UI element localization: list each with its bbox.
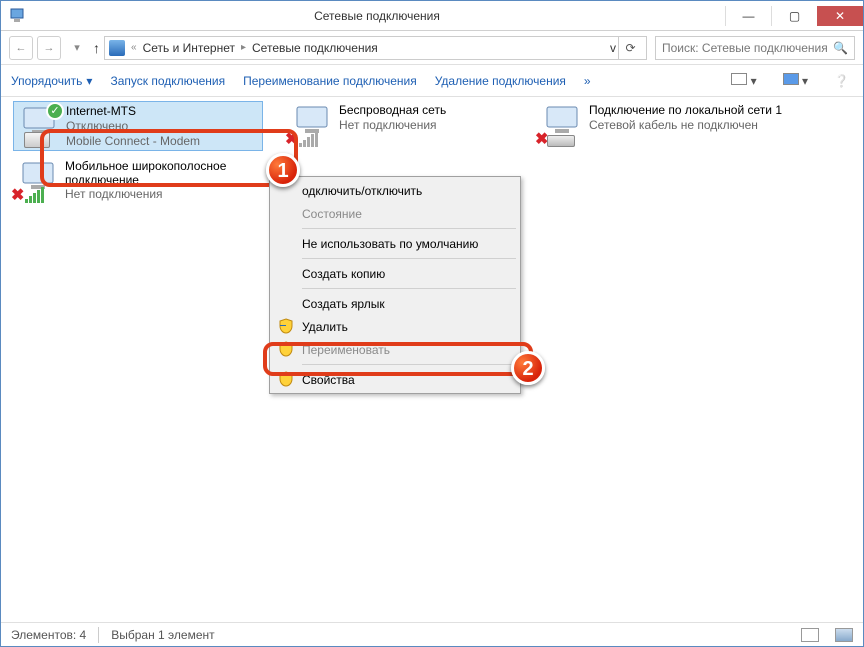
connection-name: Мобильное широкополосное подключение: [65, 159, 259, 187]
chevron-icon: ▸: [237, 42, 250, 53]
separator: [302, 288, 516, 289]
delete-connection-button[interactable]: Удаление подключения: [435, 74, 566, 88]
titlebar: Сетевые подключения — ▢ ✕: [1, 1, 863, 31]
search-input[interactable]: Поиск: Сетевые подключения 🔍: [655, 36, 855, 60]
minimize-button[interactable]: —: [725, 6, 771, 26]
check-icon: ✓: [46, 102, 64, 120]
cm-state: Состояние: [272, 202, 518, 225]
location-icon: [109, 40, 125, 56]
tiles-view-button[interactable]: [835, 628, 853, 642]
breadcrumb-seg-1[interactable]: Сеть и Интернет: [143, 41, 235, 55]
connection-icon: ✖: [541, 103, 585, 147]
connection-mobile-broadband[interactable]: ✖ Мобильное широкополосное подключение Н…: [13, 157, 263, 207]
connection-name: Беспроводная сеть: [339, 103, 446, 118]
network-connections-window: Сетевые подключения — ▢ ✕ ← → ▾ ↑ « Сеть…: [0, 0, 864, 647]
chevron-icon: «: [127, 42, 141, 53]
cm-connect[interactable]: одключить/отключить: [272, 179, 518, 202]
cm-delete[interactable]: Удалить: [272, 315, 518, 338]
annotation-callout-1: 1: [266, 153, 300, 187]
recent-dropdown[interactable]: ▾: [65, 36, 89, 60]
help-button[interactable]: ❔: [830, 74, 853, 88]
x-icon: ✖: [285, 129, 298, 149]
connection-wireless[interactable]: ✖ Беспроводная сеть Нет подключения: [287, 101, 537, 151]
selection-count: Выбран 1 элемент: [111, 628, 214, 642]
separator: [302, 228, 516, 229]
search-placeholder: Поиск: Сетевые подключения: [662, 41, 828, 55]
preview-pane-button[interactable]: ▾: [779, 73, 812, 88]
cm-not-default[interactable]: Не использовать по умолчанию: [272, 232, 518, 255]
cm-shortcut[interactable]: Создать ярлык: [272, 292, 518, 315]
connection-icon: ✖: [291, 103, 335, 147]
signal-icon: [299, 131, 318, 147]
separator: [98, 627, 99, 643]
refresh-button[interactable]: ⟳: [618, 36, 642, 60]
close-button[interactable]: ✕: [817, 6, 863, 26]
connection-status: Сетевой кабель не подключен: [589, 118, 782, 133]
connection-icon: ✓: [18, 104, 62, 148]
start-connection-button[interactable]: Запуск подключения: [110, 74, 225, 88]
connection-device: Mobile Connect - Modem: [66, 134, 200, 149]
forward-button[interactable]: →: [37, 36, 61, 60]
window-controls: — ▢ ✕: [725, 6, 863, 26]
details-view-button[interactable]: [801, 628, 819, 642]
toolbar: Упорядочить▾ Запуск подключения Переимен…: [1, 65, 863, 97]
search-icon: 🔍: [833, 41, 848, 55]
shield-icon: [278, 318, 294, 334]
toolbar-overflow[interactable]: »: [584, 74, 591, 88]
cm-rename: Переименовать: [272, 338, 518, 361]
app-icon: [9, 6, 29, 26]
connection-lan[interactable]: ✖ Подключение по локальной сети 1 Сетево…: [537, 101, 807, 151]
shield-icon: [278, 341, 294, 357]
connection-name: Подключение по локальной сети 1: [589, 103, 782, 118]
cable-icon: [547, 135, 575, 147]
maximize-button[interactable]: ▢: [771, 6, 817, 26]
rename-connection-button[interactable]: Переименование подключения: [243, 74, 417, 88]
connection-status: Нет подключения: [65, 187, 259, 202]
connection-status: Отключено: [66, 119, 200, 134]
breadcrumb-seg-2[interactable]: Сетевые подключения: [252, 41, 378, 55]
cm-properties[interactable]: Свойства: [272, 368, 518, 391]
cm-copy[interactable]: Создать копию: [272, 262, 518, 285]
breadcrumb[interactable]: « Сеть и Интернет ▸ Сетевые подключения …: [104, 36, 647, 60]
connection-internet-mts[interactable]: ✓ Internet-MTS Отключено Mobile Connect …: [13, 101, 263, 151]
x-icon: ✖: [11, 185, 24, 205]
shield-icon: [278, 371, 294, 387]
organize-menu[interactable]: Упорядочить▾: [11, 74, 92, 88]
status-bar: Элементов: 4 Выбран 1 элемент: [1, 622, 863, 646]
connection-status: Нет подключения: [339, 118, 446, 133]
back-button[interactable]: ←: [9, 36, 33, 60]
context-menu: одключить/отключить Состояние Не использ…: [269, 176, 521, 394]
connection-name: Internet-MTS: [66, 104, 200, 119]
separator: [302, 364, 516, 365]
separator: [302, 258, 516, 259]
nav-bar: ← → ▾ ↑ « Сеть и Интернет ▸ Сетевые подк…: [1, 31, 863, 65]
item-count: Элементов: 4: [11, 628, 86, 642]
up-button[interactable]: ↑: [93, 40, 100, 56]
chevron-down-icon: ▾: [86, 74, 92, 88]
breadcrumb-dropdown[interactable]: v: [610, 41, 616, 55]
window-title: Сетевые подключения: [29, 9, 725, 23]
view-options-button[interactable]: ▾: [727, 73, 760, 88]
signal-icon: [25, 187, 44, 203]
connection-icon: ✖: [17, 159, 61, 203]
modem-icon: [24, 132, 50, 148]
annotation-callout-2: 2: [511, 351, 545, 385]
